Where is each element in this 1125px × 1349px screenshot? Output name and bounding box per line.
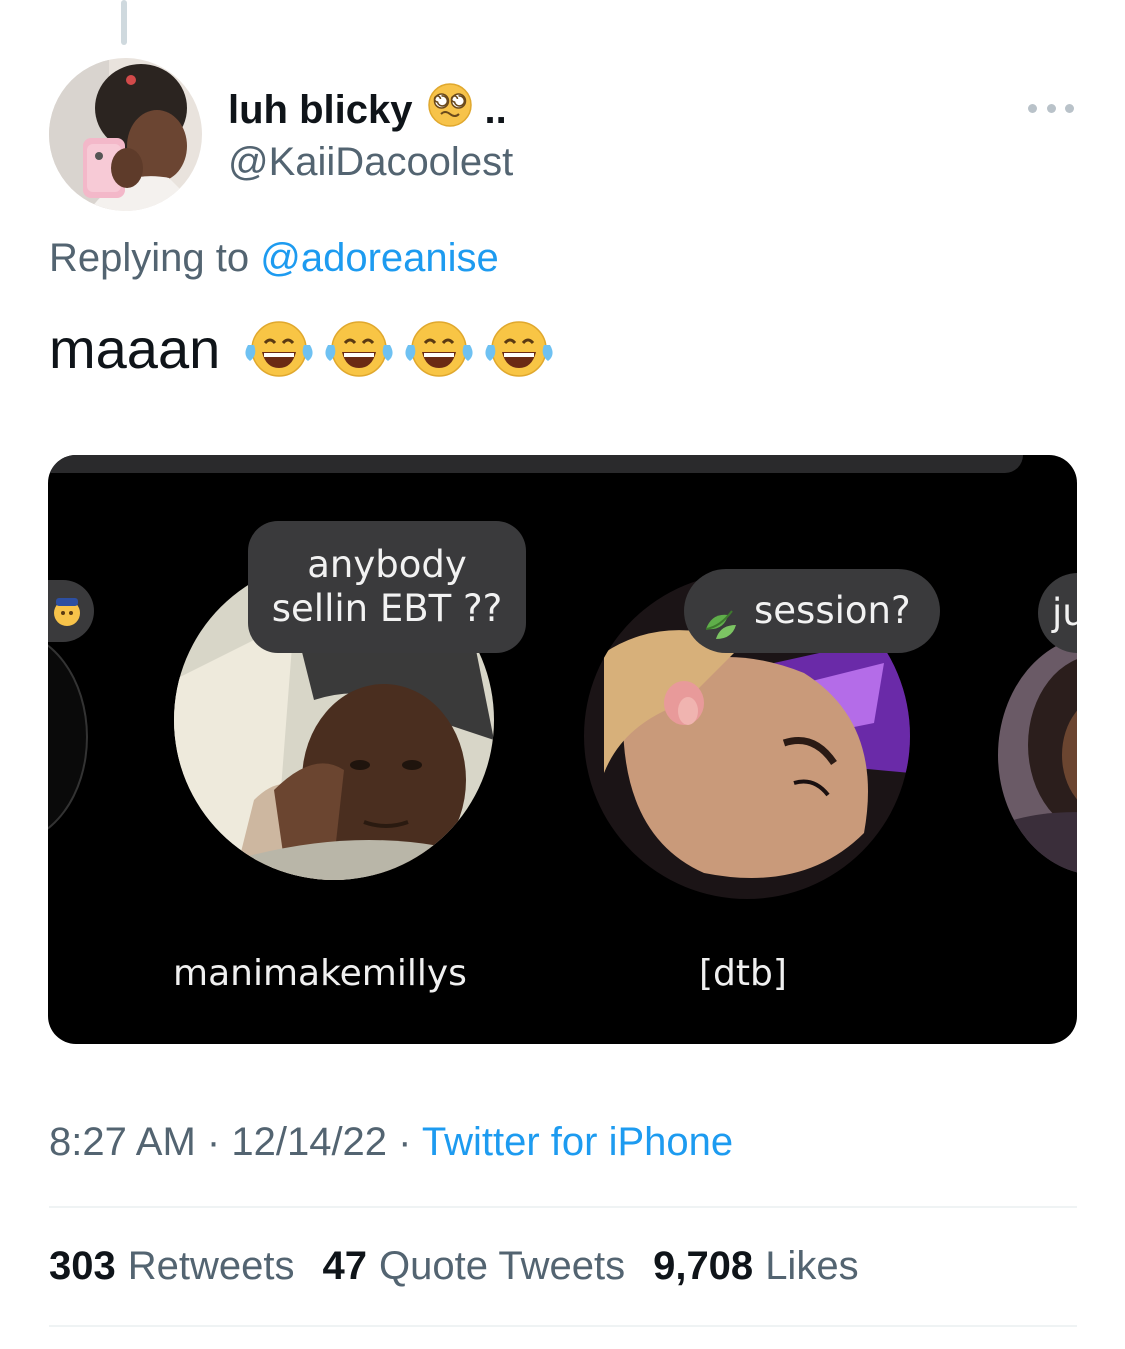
- tweet-text: maaan: [49, 316, 558, 381]
- quote-tweets-label: Quote Tweets: [379, 1244, 626, 1288]
- tweet-emoji-group: [240, 317, 558, 381]
- tweet-metadata: 8:27 AM · 12/14/22 · Twitter for iPhone: [49, 1120, 733, 1165]
- likes-count: 9,708: [653, 1244, 754, 1288]
- story-avatar-left-partial: [48, 630, 88, 844]
- more-options-icon[interactable]: [1028, 100, 1074, 116]
- avatar[interactable]: [49, 58, 202, 211]
- separator-dot: ·: [398, 1120, 412, 1164]
- likes-stat[interactable]: 9,708 Likes: [653, 1244, 859, 1289]
- laughing-tears-emoji-icon: [325, 320, 393, 377]
- story-username-dtb[interactable]: [dtb]: [699, 953, 787, 994]
- separator-dot: ·: [206, 1120, 221, 1164]
- note-text-partial: ju: [1052, 591, 1077, 634]
- story-photo: [998, 635, 1077, 875]
- likes-label: Likes: [765, 1244, 859, 1288]
- engagement-stats: 303 Retweets 47 Quote Tweets 9,708 Likes: [49, 1244, 859, 1289]
- thread-connector-line: [121, 0, 127, 45]
- replying-to-mention-link[interactable]: @adoreanise: [260, 236, 499, 280]
- tweet-source-link[interactable]: Twitter for iPhone: [422, 1120, 733, 1164]
- user-handle[interactable]: @KaiiDacoolest: [228, 140, 513, 185]
- tweet-time[interactable]: 8:27 AM: [49, 1120, 196, 1164]
- divider: [49, 1206, 1077, 1208]
- quote-tweets-count: 47: [322, 1244, 368, 1288]
- note-bubble-right-partial: ju: [1038, 573, 1077, 653]
- tweet-date[interactable]: 12/14/22: [231, 1120, 387, 1164]
- laughing-tears-emoji-icon: [405, 320, 473, 377]
- leaf-emoji-icon: [702, 591, 740, 675]
- replying-prefix: Replying to: [49, 236, 250, 280]
- media-top-bar: [48, 455, 1023, 473]
- divider: [49, 1325, 1077, 1327]
- retweets-stat[interactable]: 303 Retweets: [49, 1244, 295, 1289]
- quote-tweets-stat[interactable]: 47 Quote Tweets: [323, 1244, 626, 1289]
- laughing-tears-emoji-icon: [485, 320, 553, 377]
- display-name-suffix: ..: [484, 87, 507, 132]
- tweet-text-body: maaan: [49, 317, 221, 380]
- note-text-line1: anybody: [307, 543, 467, 586]
- note-bubble-dtb[interactable]: session?: [684, 569, 940, 653]
- tweet-media-image[interactable]: anybody sellin EBT ?? manimakemillys ses…: [48, 455, 1077, 1044]
- display-name-row[interactable]: luh blicky ..: [228, 82, 507, 138]
- avatar-photo: [49, 58, 202, 211]
- note-text-line2: sellin EBT ??: [271, 587, 503, 630]
- dizzy-face-emoji-icon: [427, 82, 473, 138]
- retweets-count: 303: [49, 1244, 116, 1288]
- replying-to-line: Replying to @adoreanise: [49, 236, 499, 281]
- story-username-manimakemillys[interactable]: manimakemillys: [173, 953, 467, 994]
- display-name[interactable]: luh blicky: [228, 88, 413, 133]
- note-bubble-manimakemillys[interactable]: anybody sellin EBT ??: [248, 521, 526, 653]
- laughing-tears-emoji-icon: [245, 320, 313, 377]
- retweets-label: Retweets: [127, 1244, 295, 1288]
- emoji-icon: [54, 598, 80, 626]
- note-bubble-left-partial: [48, 580, 94, 642]
- note-text: session?: [754, 589, 911, 632]
- story-avatar-right-partial: [998, 635, 1077, 875]
